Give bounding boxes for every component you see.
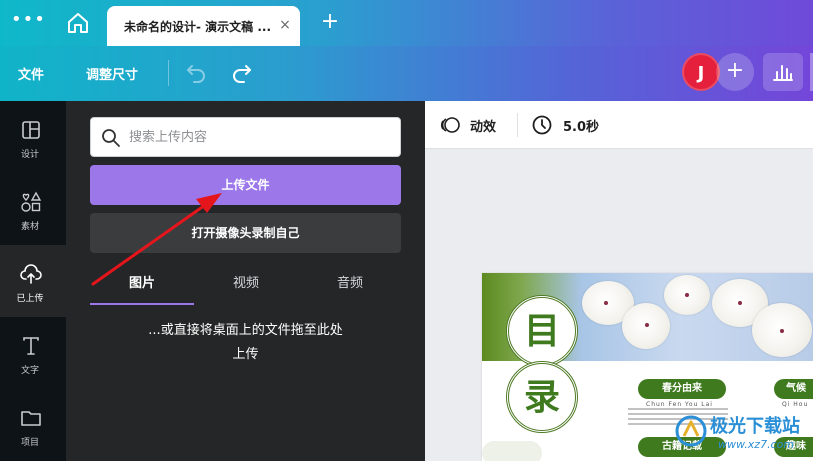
tab-videos[interactable]: 视频 (194, 271, 298, 305)
nav-item-label: 项目 (20, 438, 39, 448)
tab-audio[interactable]: 音频 (298, 271, 402, 305)
nav-item-design[interactable]: 设计 (0, 101, 66, 173)
nav-item-label: 已上传 (16, 294, 44, 304)
upload-cloud-icon (20, 263, 42, 285)
nav-item-label: 文字 (20, 366, 39, 376)
drop-hint-line: ...或直接将桌面上的文件拖至此处 (148, 323, 343, 338)
file-menu-button[interactable]: 文件 (18, 64, 44, 83)
media-tabs: 图片 视频 音频 (90, 271, 401, 305)
toc-item-sub: Chun Fen You Lai (646, 401, 713, 408)
nav-item-label: 设计 (20, 150, 39, 160)
stamen-dot (645, 323, 649, 327)
search-box[interactable] (90, 117, 401, 157)
drop-hint-line: 上传 (232, 347, 259, 362)
more-menu-icon[interactable]: ••• (11, 11, 45, 34)
user-avatar[interactable]: J (682, 53, 720, 91)
new-tab-button[interactable]: + (318, 9, 342, 35)
text-icon (20, 335, 42, 357)
upload-files-button[interactable]: 上传文件 (90, 165, 401, 205)
shapes-icon (20, 191, 42, 213)
control-divider (517, 113, 518, 137)
toc-item-sub: Qi Hou (782, 401, 809, 408)
layout-icon (20, 119, 42, 141)
insights-chart-icon[interactable] (763, 53, 803, 91)
nav-item-uploads[interactable]: 已上传 (0, 245, 66, 317)
toc-item: 春分由来 (638, 379, 726, 399)
nav-item-projects[interactable]: 项目 (0, 389, 66, 461)
add-member-button[interactable]: + (716, 53, 754, 91)
canvas-area: 动效 5.0秒 目 录 春分由来 Chun Fen You Lai 气候 Qi … (425, 101, 813, 461)
animate-icon[interactable] (439, 114, 461, 136)
timer-icon[interactable] (531, 114, 553, 136)
left-navigation: 设计 素材 已上传 文字 项目 (0, 101, 66, 461)
toc-item: 气候 (774, 379, 813, 399)
watermark-url: www.xz7.com (718, 438, 795, 451)
stamen-dot (604, 301, 608, 305)
watermark-name: 极光下载站 (710, 416, 800, 437)
title-char-2: 录 (506, 361, 578, 433)
redo-icon[interactable] (230, 60, 254, 84)
nav-item-elements[interactable]: 素材 (0, 173, 66, 245)
window-tab-bar: ••• 未命名的设计- 演示文稿 ... × + (0, 0, 813, 46)
search-icon (101, 128, 121, 148)
folder-icon (20, 407, 42, 429)
resize-button[interactable]: 调整尺寸 (86, 64, 138, 83)
stamen-dot (685, 293, 689, 297)
close-tab-icon[interactable]: × (277, 17, 293, 33)
home-icon[interactable] (66, 12, 90, 34)
nav-item-label: 素材 (20, 222, 39, 232)
uploads-panel: 上传文件 打开摄像头录制自己 图片 视频 音频 ...或直接将桌面上的文件拖至此… (66, 101, 425, 461)
site-watermark: 极光下载站 www.xz7.com (674, 408, 813, 458)
watermark-logo (675, 415, 707, 447)
search-input[interactable] (129, 126, 389, 148)
tab-images[interactable]: 图片 (90, 271, 194, 305)
editor-toolbar: 文件 调整尺寸 J + (0, 46, 813, 101)
toolbar-divider (168, 60, 169, 86)
nav-item-text[interactable]: 文字 (0, 317, 66, 389)
stamen-dot (738, 301, 742, 305)
cloud-decoration (482, 441, 542, 461)
record-yourself-button[interactable]: 打开摄像头录制自己 (90, 213, 401, 253)
stamen-dot (780, 329, 784, 333)
drop-zone-hint: ...或直接将桌面上的文件拖至此处 上传 (90, 319, 401, 367)
tab-title: 未命名的设计- 演示文稿 ... (124, 20, 272, 34)
canvas-control-bar: 动效 5.0秒 (425, 101, 813, 149)
animate-button[interactable]: 动效 (470, 116, 496, 135)
document-tab[interactable]: 未命名的设计- 演示文稿 ... × (107, 6, 300, 46)
undo-icon[interactable] (184, 60, 208, 84)
duration-button[interactable]: 5.0秒 (563, 116, 599, 135)
title-char-1: 目 (506, 295, 578, 367)
